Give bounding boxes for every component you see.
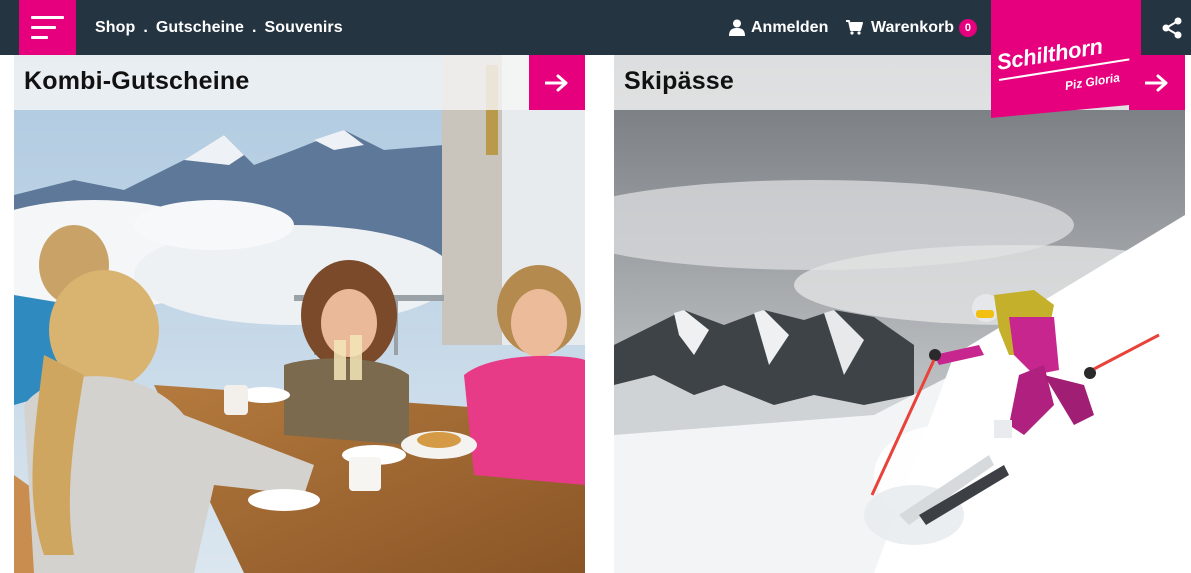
nav-separator: . <box>252 18 257 36</box>
cart-label: Warenkorb <box>871 18 954 36</box>
user-icon <box>729 19 745 36</box>
cart-count-badge: 0 <box>958 18 977 37</box>
share-button[interactable] <box>1152 0 1191 55</box>
card-skipaesse[interactable]: Skipässe <box>614 55 1185 573</box>
nav-link-gutscheine[interactable]: Gutscheine <box>156 19 244 37</box>
menu-icon-line <box>31 36 48 39</box>
menu-button[interactable] <box>19 0 76 55</box>
brand-logo[interactable]: Schilthorn Piz Gloria <box>991 0 1141 118</box>
card-header: Kombi-Gutscheine <box>14 55 585 110</box>
menu-icon-line <box>31 26 56 29</box>
cart-icon <box>846 20 863 35</box>
arrow-right-icon <box>1145 74 1168 91</box>
card-image-skier <box>614 55 1185 573</box>
card-kombi-gutscheine[interactable]: Kombi-Gutscheine <box>14 55 585 573</box>
card-arrow-button[interactable] <box>529 55 585 110</box>
top-navigation: Shop . Gutscheine . Souvenirs <box>95 0 343 55</box>
card-image-restaurant <box>14 55 585 573</box>
share-icon <box>1162 17 1181 38</box>
cart-link[interactable]: Warenkorb 0 <box>846 0 977 55</box>
nav-link-souvenirs[interactable]: Souvenirs <box>264 19 342 37</box>
brand-subtitle: Piz Gloria <box>1063 70 1121 93</box>
menu-icon <box>31 16 64 19</box>
login-link[interactable]: Anmelden <box>729 0 828 55</box>
login-label: Anmelden <box>751 18 829 36</box>
arrow-right-icon <box>545 74 568 91</box>
brand-name: Schilthorn <box>994 33 1105 75</box>
card-title: Skipässe <box>624 67 735 95</box>
nav-separator: . <box>143 18 148 36</box>
nav-link-shop[interactable]: Shop <box>95 19 135 37</box>
card-title: Kombi-Gutscheine <box>24 67 250 95</box>
